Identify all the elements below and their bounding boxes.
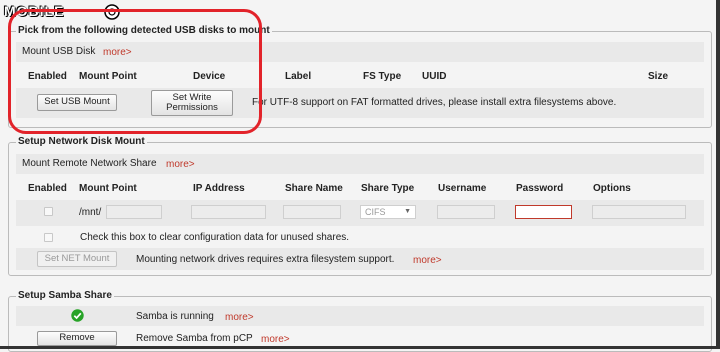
net-support-more-link[interactable]: more> [413, 255, 442, 266]
options-input[interactable] [592, 205, 686, 219]
watermark-logo-text: MOBILE [4, 3, 65, 19]
samba-status-more-link[interactable]: more> [225, 312, 254, 323]
utf8-support-note: For UTF-8 support on FAT formatted drive… [252, 97, 617, 108]
clear-config-label: Check this box to clear configuration da… [80, 232, 350, 243]
network-subheader-label: Mount Remote Network Share [22, 158, 157, 169]
usb-col-label: Label [285, 71, 312, 82]
samba-status-label: Samba is running [136, 311, 214, 322]
usb-col-size: Size [648, 71, 669, 82]
usb-col-mount-point: Mount Point [79, 71, 137, 82]
clear-config-checkbox[interactable] [44, 233, 53, 242]
usb-panel-legend: Pick from the following detected USB dis… [16, 25, 272, 36]
watermark-logo-icon [104, 4, 120, 20]
set-usb-mount-button[interactable]: Set USB Mount [37, 94, 117, 111]
net-col-options: Options [593, 183, 631, 194]
set-write-permissions-line2: Permissions [166, 102, 218, 113]
ip-address-input[interactable] [191, 205, 266, 219]
share-name-input[interactable] [283, 205, 341, 219]
usb-col-enabled: Enabled [28, 71, 67, 82]
password-input[interactable] [515, 205, 572, 219]
set-net-mount-button[interactable]: Set NET Mount [37, 251, 117, 267]
remove-samba-more-link[interactable]: more> [261, 334, 290, 345]
mount-prefix-label: /mnt/ [79, 207, 102, 218]
remove-samba-button[interactable]: Remove [37, 331, 117, 346]
usb-subheader-label: Mount USB Disk [22, 46, 96, 57]
net-col-username: Username [438, 183, 487, 194]
net-col-ip-address: IP Address [193, 183, 245, 194]
samba-status-row [16, 306, 704, 326]
net-col-enabled: Enabled [28, 183, 67, 194]
username-input[interactable] [437, 205, 495, 219]
network-enabled-checkbox[interactable] [44, 207, 53, 216]
net-col-share-type: Share Type [361, 183, 415, 194]
set-write-permissions-button[interactable]: Set Write Permissions [151, 90, 233, 116]
net-support-note: Mounting network drives requires extra f… [136, 254, 395, 265]
usb-col-device: Device [193, 71, 226, 82]
network-more-link[interactable]: more> [166, 159, 195, 170]
net-col-password: Password [516, 183, 564, 194]
mount-point-input[interactable] [106, 205, 162, 219]
network-panel-legend: Setup Network Disk Mount [16, 136, 147, 147]
share-type-select[interactable]: CIFS ▼ [360, 205, 416, 219]
net-col-mount-point: Mount Point [79, 183, 137, 194]
remove-samba-label: Remove Samba from pCP [136, 333, 253, 344]
check-circle-icon [71, 309, 84, 322]
usb-more-link[interactable]: more> [103, 47, 132, 58]
samba-panel-legend: Setup Samba Share [16, 290, 114, 301]
net-col-share-name: Share Name [285, 183, 343, 194]
usb-col-uuid: UUID [422, 71, 447, 82]
right-edge-border [716, 0, 720, 349]
chevron-down-icon: ▼ [404, 208, 411, 215]
share-type-value: CIFS [365, 207, 386, 217]
usb-col-fs-type: FS Type [363, 71, 402, 82]
